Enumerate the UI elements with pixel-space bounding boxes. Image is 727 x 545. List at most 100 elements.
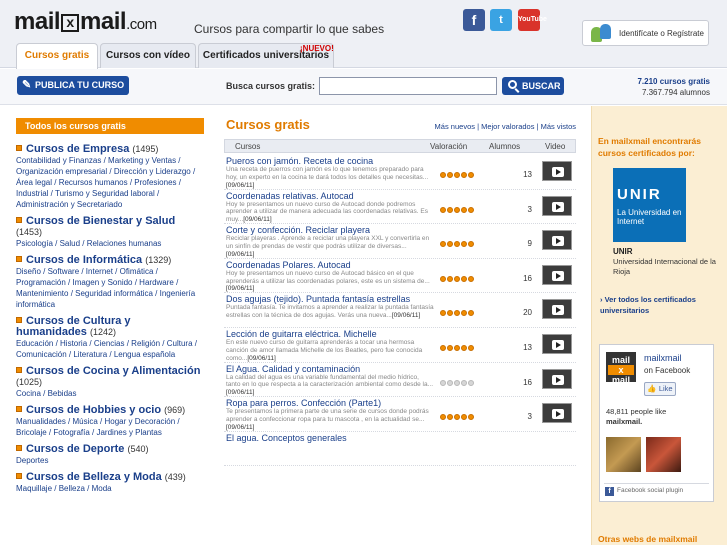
rating-dots [440, 343, 475, 353]
category-subcategories[interactable]: Contabilidad y Finanzas / Marketing y Ve… [16, 155, 204, 210]
buscar-button[interactable]: BUSCAR [502, 77, 564, 95]
course-title-link[interactable]: Coordenadas relativas. Autocad [226, 191, 354, 201]
course-title-link[interactable]: Dos agujas (tejido). Puntada fantasía es… [226, 294, 410, 304]
play-icon [552, 167, 564, 177]
section-title: Cursos gratis [226, 117, 310, 132]
facebook-like-box: mail x mail mailxmail on Facebook 👍 Like… [599, 344, 714, 502]
rating-dots [440, 274, 475, 284]
course-title-link[interactable]: Coordenadas Polares. Autocad [226, 260, 351, 270]
category-subcategories[interactable]: Deportes [16, 455, 204, 466]
video-thumbnail[interactable] [542, 161, 572, 181]
category-title[interactable]: Cursos de Cocina y Alimentación (1025) [16, 366, 204, 388]
video-thumbnail[interactable] [542, 230, 572, 251]
fan-avatar[interactable] [646, 437, 681, 472]
course-description: En este nuevo curso de guitarra aprender… [226, 339, 434, 363]
rating-dot-icon [440, 206, 446, 213]
rating-dot-icon [447, 206, 453, 213]
category-title[interactable]: Cursos de Deporte (540) [16, 444, 204, 455]
fb-page-name[interactable]: mailxmail [644, 353, 682, 363]
tab-cursos-con-video[interactable]: Cursos con vídeo [100, 43, 196, 68]
course-title-link[interactable]: El Agua. Calidad y contaminación [226, 364, 360, 374]
category-item: Cursos de Belleza y Moda (439) Maquillaje… [16, 472, 204, 494]
tab-cursos-gratis[interactable]: Cursos gratis [16, 43, 98, 69]
course-title-link[interactable]: Ropa para perros. Confección (Parte1) [226, 398, 381, 408]
twitter-icon[interactable]: t [490, 9, 512, 31]
course-table-header: Cursos Valoración Alumnos Video [224, 139, 576, 153]
youtube-icon[interactable]: YouTube [518, 9, 547, 31]
course-title-link[interactable]: Corte y confección. Reciclar playera [226, 225, 370, 235]
category-title[interactable]: Cursos de Belleza y Moda (439) [16, 472, 204, 483]
video-thumbnail[interactable] [542, 333, 572, 354]
bullet-icon [16, 317, 22, 323]
category-item: Cursos de Bienestar y Salud (1453) Psicol… [16, 216, 204, 249]
students-count: 7.367.794 alumnos [641, 88, 710, 97]
rating-dot-icon [454, 206, 460, 213]
video-thumbnail[interactable] [542, 195, 572, 216]
courses-count: 7.210 [637, 77, 658, 86]
facebook-icon[interactable]: f [463, 9, 485, 31]
video-thumbnail[interactable] [542, 403, 572, 424]
publica-tu-curso-button[interactable]: ✎ PUBLICA TU CURSO [17, 76, 129, 95]
category-subcategories[interactable]: Educación / Historia / Ciencias / Religi… [16, 338, 204, 360]
search-input[interactable] [319, 77, 497, 95]
search-icon [508, 80, 517, 89]
category-count: (1495) [132, 144, 159, 154]
video-thumbnail[interactable] [542, 264, 572, 285]
course-description: Puntada fantasía. Te invitamos a aprende… [226, 304, 434, 328]
rating-dot-icon [468, 241, 474, 248]
rating-dots [440, 239, 475, 249]
category-title[interactable]: Cursos de Hobbies y ocio (969) [16, 405, 204, 416]
unir-name[interactable]: UNIR [613, 247, 633, 256]
otras-webs-heading: Otras webs de mailxmail [598, 534, 698, 544]
fan-avatar[interactable] [606, 437, 641, 472]
col-cursos: Cursos [235, 142, 261, 151]
rating-dots [440, 412, 475, 422]
rating-dot-icon [440, 310, 446, 317]
category-name: Cursos de Informática [26, 254, 143, 266]
student-count: 13 [523, 170, 532, 179]
video-thumbnail[interactable] [542, 368, 572, 389]
bullet-icon [16, 473, 22, 479]
category-subcategories[interactable]: Psicología / Salud / Relaciones humanas [16, 238, 204, 249]
ver-todos-certificados-link[interactable]: › Ver todos los certificados universitar… [600, 294, 720, 316]
course-list: Pueros con jamón. Receta de cocina Una re… [224, 155, 576, 467]
rating-dot-icon [454, 310, 460, 317]
category-count: (969) [164, 405, 186, 415]
nuevo-badge: ¡NUEVO! [300, 44, 334, 53]
fb-like-button[interactable]: 👍 Like [644, 382, 676, 396]
category-subcategories[interactable]: Cocina / Bebidas [16, 388, 204, 399]
fb-like-label: Like [658, 384, 673, 393]
login-register-button[interactable]: Identifícate o Regístrate [582, 20, 709, 46]
fb-people-page: mailxmail. [606, 417, 643, 426]
course-row: Pueros con jamón. Receta de cocina Una re… [224, 155, 576, 190]
rating-dot-icon [440, 379, 446, 386]
category-title[interactable]: Cursos de Bienestar y Salud (1453) [16, 216, 204, 238]
category-name: Cursos de Bienestar y Salud [26, 215, 176, 227]
mailxmail-logo[interactable]: mail x mail.com [14, 8, 157, 36]
col-valoracion: Valoración [430, 142, 468, 151]
courses-label[interactable]: cursos gratis [660, 77, 710, 86]
fb-on-facebook: on Facebook [644, 366, 691, 375]
bullet-icon [16, 445, 22, 451]
course-title-link[interactable]: El agua. Conceptos generales [226, 433, 347, 443]
category-subcategories[interactable]: Diseño / Software / Internet / Ofimática… [16, 266, 204, 310]
category-sidebar-header: Todos los cursos gratis [16, 118, 204, 134]
course-row: El agua. Conceptos generales [224, 432, 576, 467]
category-title[interactable]: Cursos de Cultura y humanidades (1242) [16, 316, 204, 338]
student-count: 16 [523, 377, 532, 387]
category-subcategories[interactable]: Maquillaje / Belleza / Moda [16, 483, 204, 494]
category-title[interactable]: Cursos de Empresa (1495) [16, 144, 204, 155]
users-icon [591, 24, 613, 42]
video-thumbnail[interactable] [542, 299, 572, 320]
course-date: [09/06/11] [247, 354, 276, 362]
category-title[interactable]: Cursos de Informática (1329) [16, 255, 204, 266]
mailxmail-fb-logo[interactable]: mail x mail [606, 352, 636, 385]
sort-links[interactable]: Más nuevos | Mejor valorados | Más visto… [435, 122, 576, 131]
course-date: [09/06/11] [226, 285, 255, 293]
category-subcategories[interactable]: Manualidades / Música / Hogar y Decoraci… [16, 416, 204, 438]
rating-dot-icon [468, 275, 474, 282]
course-title-link[interactable]: Pueros con jamón. Receta de cocina [226, 156, 373, 166]
course-title-link[interactable]: Lección de guitarra eléctrica. Michelle [226, 329, 377, 339]
category-count: (1329) [145, 255, 172, 265]
unir-logo[interactable]: UNIR La Universidad en Internet [613, 168, 686, 242]
